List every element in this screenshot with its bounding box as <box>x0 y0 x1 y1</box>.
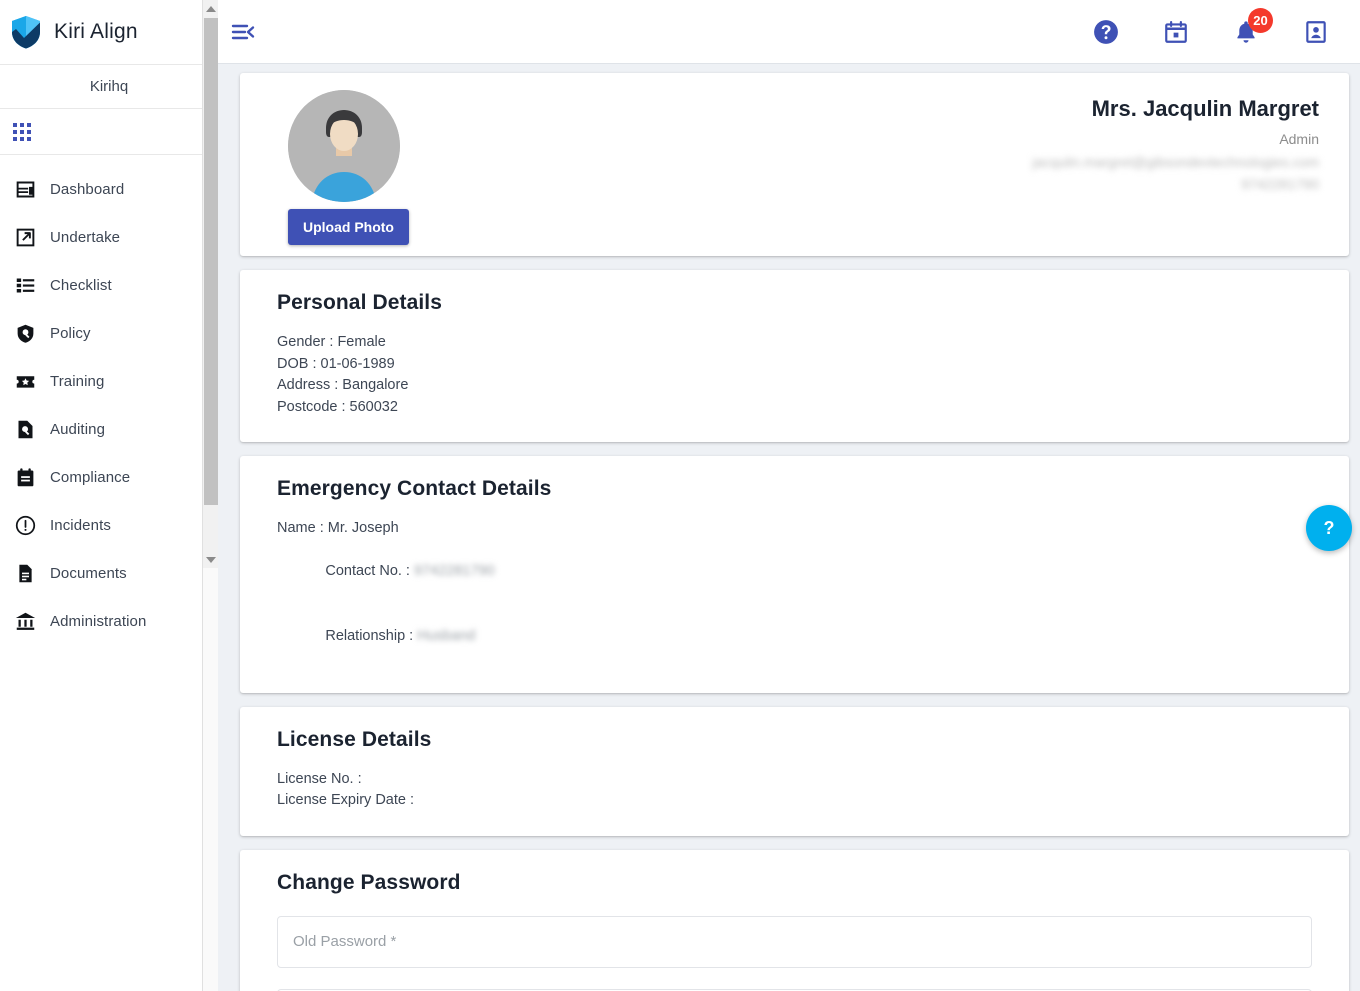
license-expiry-date: License Expiry Date : <box>277 792 415 808</box>
sidebar-item-label: Checklist <box>50 276 112 294</box>
sidebar-item-label: Policy <box>50 324 91 342</box>
profile-phone-redacted: 9742281790 <box>1241 176 1319 192</box>
sidebar-item-label: Auditing <box>50 420 106 438</box>
account-icon[interactable] <box>1302 18 1330 46</box>
sidebar-item-label: Incidents <box>50 516 111 534</box>
emergency-relationship-label: Relationship : <box>325 627 418 644</box>
scrollbar-track[interactable] <box>203 568 218 991</box>
calendar-icon[interactable] <box>1162 18 1190 46</box>
brand-name: Kiri Align <box>54 20 138 43</box>
question-mark-icon: ? <box>1323 517 1335 538</box>
grid-apps-icon <box>13 122 31 141</box>
calendar-check-icon <box>14 466 36 488</box>
profile-role: Admin <box>1279 131 1319 147</box>
change-password-title: Change Password <box>277 870 461 894</box>
license-details-body: License No. : License Expiry Date : <box>277 769 1319 812</box>
profile-meta: Mrs. Jacqulin Margret Admin jacqulin.mar… <box>488 90 1319 194</box>
profile-email-redacted: jacqulin.margret@gibsondevtechnologies.c… <box>1032 154 1319 170</box>
detail-gender: Gender : Female <box>277 334 386 350</box>
old-password-input[interactable] <box>293 933 1296 950</box>
topbar-actions: 20 <box>1092 7 1330 46</box>
profile-name: Mrs. Jacqulin Margret <box>1091 96 1319 121</box>
sidebar-item-label: Training <box>50 372 105 390</box>
sidebar-item-label: Compliance <box>50 468 131 486</box>
emergency-relationship-value-redacted: Husband <box>417 627 476 644</box>
license-details-card: License Details License No. : License Ex… <box>240 706 1349 836</box>
ticket-star-icon <box>14 370 36 392</box>
change-password-card: Change Password Change Password <box>240 849 1349 991</box>
emergency-contact-title: Emergency Contact Details <box>277 477 552 500</box>
help-fab-button[interactable]: ? <box>1306 505 1352 551</box>
sidebar-scrollbar[interactable] <box>202 0 218 991</box>
sidebar-item-policy[interactable]: Policy <box>0 309 218 357</box>
help-icon[interactable] <box>1092 18 1120 46</box>
old-password-field[interactable] <box>277 915 1312 968</box>
sidebar-item-administration[interactable]: Administration <box>0 597 218 645</box>
app-root: Kiri Align Kirihq Dashboard Undertake Ch… <box>0 0 1360 991</box>
sidebar-item-label: Documents <box>50 564 127 582</box>
upload-photo-button[interactable]: Upload Photo <box>288 209 409 245</box>
dashboard-icon <box>14 178 36 200</box>
brand-header[interactable]: Kiri Align <box>0 0 218 65</box>
shield-search-icon <box>14 322 36 344</box>
menu-collapse-icon[interactable] <box>226 15 260 49</box>
emergency-contact-label: Contact No. : <box>325 563 414 579</box>
notifications-icon[interactable]: 20 <box>1232 7 1273 46</box>
sidebar-item-label: Undertake <box>50 228 121 246</box>
sidebar-item-undertake[interactable]: Undertake <box>0 213 218 261</box>
sidebar-item-checklist[interactable]: Checklist <box>0 261 218 309</box>
sidebar: Kiri Align Kirihq Dashboard Undertake Ch… <box>0 0 218 991</box>
scrollbar-up-arrow[interactable] <box>203 0 218 17</box>
external-link-icon <box>14 226 36 248</box>
default-user-avatar <box>288 90 400 202</box>
organisation-name: Kirihq <box>0 65 218 109</box>
scrollbar-thumb[interactable] <box>204 18 218 505</box>
detail-dob: DOB : 01-06-1989 <box>277 355 395 372</box>
sidebar-item-incidents[interactable]: Incidents <box>0 501 218 549</box>
sidebar-nav: Dashboard Undertake Checklist Policy Tra… <box>0 155 218 645</box>
avatar-block: Upload Photo <box>288 90 488 245</box>
document-search-icon <box>14 418 36 440</box>
emergency-contact-no: Contact No. : 9742281790 <box>277 540 1319 605</box>
personal-details-body: Gender : Female DOB : 01-06-1989 Address… <box>277 332 1319 418</box>
shield-check-icon <box>10 15 42 49</box>
sidebar-item-documents[interactable]: Documents <box>0 549 218 597</box>
sidebar-item-auditing[interactable]: Auditing <box>0 405 218 453</box>
apps-launcher[interactable] <box>0 109 218 155</box>
emergency-contact-value-redacted: 9742281790 <box>414 563 495 579</box>
emergency-contact-card: Emergency Contact Details Name : Mr. Jos… <box>240 456 1349 693</box>
alert-circle-icon <box>14 514 36 536</box>
emergency-relationship: Relationship : Husband <box>277 604 1319 669</box>
sidebar-item-label: Administration <box>50 612 147 630</box>
license-number: License No. : <box>277 770 362 787</box>
profile-header-card: Upload Photo Mrs. Jacqulin Margret Admin… <box>240 73 1349 256</box>
sidebar-item-label: Dashboard <box>50 180 125 198</box>
main-area: 20 Upload Photo Mrs. Jacqulin Margret Ad… <box>218 0 1360 991</box>
emergency-name: Name : Mr. Joseph <box>277 520 399 536</box>
personal-details-title: Personal Details <box>277 291 443 314</box>
detail-address: Address : Bangalore <box>277 377 409 393</box>
sidebar-item-training[interactable]: Training <box>0 357 218 405</box>
license-details-title: License Details <box>277 727 432 751</box>
page-content: Upload Photo Mrs. Jacqulin Margret Admin… <box>218 64 1360 991</box>
notification-badge: 20 <box>1248 7 1273 33</box>
emergency-contact-body: Name : Mr. Joseph Contact No. : 97422817… <box>277 518 1319 669</box>
sidebar-item-compliance[interactable]: Compliance <box>0 453 218 501</box>
topbar: 20 <box>218 0 1360 64</box>
bank-icon <box>14 610 36 632</box>
sidebar-item-dashboard[interactable]: Dashboard <box>0 165 218 213</box>
personal-details-card: Personal Details Gender : Female DOB : 0… <box>240 270 1349 442</box>
list-icon <box>14 274 36 296</box>
scrollbar-down-arrow[interactable] <box>203 551 218 568</box>
detail-postcode: Postcode : 560032 <box>277 398 398 415</box>
document-icon <box>14 562 36 584</box>
